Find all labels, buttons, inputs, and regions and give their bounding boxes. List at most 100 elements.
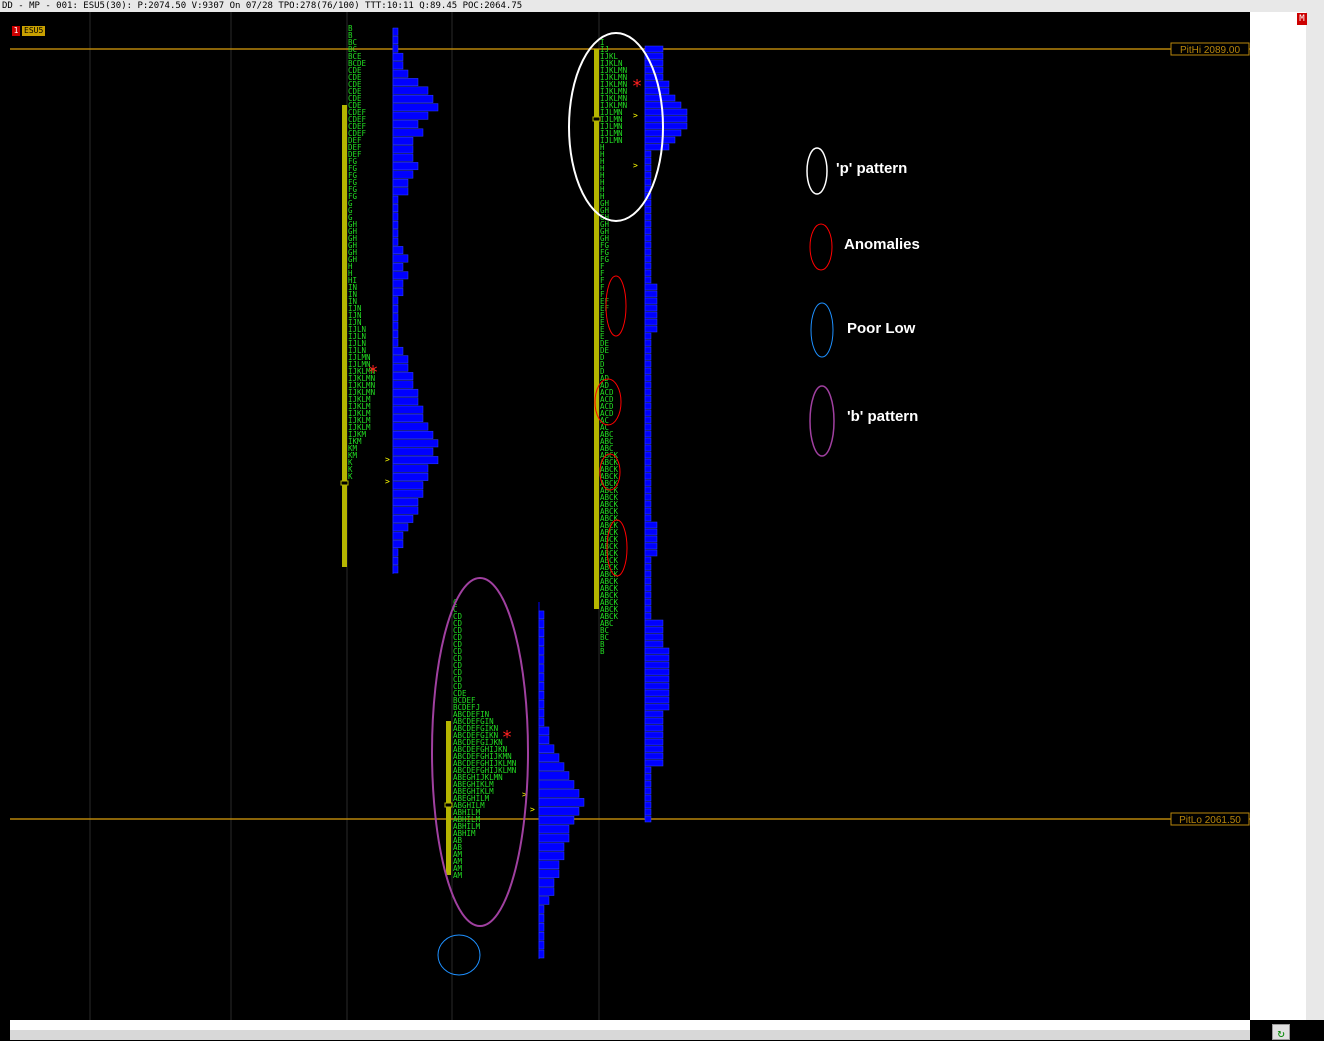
volume-bar	[538, 637, 545, 646]
legend-anomalies: Anomalies	[844, 236, 920, 253]
volume-bar	[644, 598, 652, 606]
refresh-icon[interactable]: ↻	[1272, 1024, 1290, 1040]
volume-bar	[644, 654, 670, 662]
horizontal-scrollbar[interactable]	[10, 1030, 1250, 1040]
volume-bar	[644, 577, 652, 585]
volume-bar	[392, 178, 409, 187]
volume-bar	[392, 523, 409, 532]
volume-bar	[644, 528, 658, 536]
volume-bar	[644, 402, 652, 410]
volume-bar	[392, 162, 419, 171]
volume-bar	[644, 339, 652, 347]
volume-bar	[392, 456, 439, 465]
volume-bar	[644, 395, 652, 403]
volume-bar	[644, 136, 676, 144]
volume-bar	[644, 122, 688, 130]
volume-bar	[644, 213, 652, 221]
volume-bar	[644, 416, 652, 424]
volume-bar	[644, 283, 658, 291]
volume-bar	[538, 798, 585, 807]
legend-p-pattern-icon	[806, 147, 828, 195]
volume-bar	[538, 771, 570, 780]
volume-bar	[644, 227, 652, 235]
volume-bar	[644, 780, 652, 788]
single-print-star: *	[632, 76, 643, 97]
legend-poor-low-icon	[810, 302, 834, 358]
tpo-marker: >	[633, 161, 638, 170]
volume-bar	[392, 246, 404, 255]
volume-bar	[392, 36, 399, 45]
volume-bar	[644, 738, 664, 746]
volume-bar	[644, 206, 652, 214]
volume-bar	[644, 241, 652, 249]
volume-bar	[644, 332, 652, 340]
volume-bar	[392, 447, 434, 456]
price-axis[interactable]	[1250, 12, 1306, 1020]
volume-bar	[392, 288, 404, 297]
volume-bar	[644, 353, 652, 361]
volume-bar	[644, 675, 670, 683]
volume-bar	[392, 363, 409, 372]
volume-bar	[644, 794, 652, 802]
volume-bar	[392, 346, 404, 355]
volume-bar	[392, 540, 404, 549]
close-icon[interactable]: ✕	[1300, 1024, 1320, 1040]
volume-bar	[538, 887, 555, 896]
volume-bar	[392, 498, 419, 507]
volume-bar	[538, 646, 545, 655]
volume-bar	[392, 94, 434, 103]
volume-bar	[392, 237, 399, 246]
market-profile-chart[interactable]: 2090.002089.502089.002088.502088.002087.…	[0, 0, 1324, 1040]
volume-bar	[538, 735, 550, 745]
volume-bar	[392, 52, 404, 61]
volume-bar	[644, 605, 652, 613]
volume-bar	[392, 422, 429, 431]
value-area-bar	[342, 105, 347, 567]
volume-bar	[392, 481, 424, 490]
volume-bar	[392, 430, 434, 439]
volume-bar	[392, 514, 414, 523]
volume-bar	[538, 878, 555, 887]
volume-bar	[644, 87, 670, 95]
volume-bar	[392, 439, 439, 448]
poor-low-ellipse	[437, 934, 481, 976]
volume-bar	[644, 549, 658, 557]
volume-bar	[644, 409, 652, 417]
volume-bar	[644, 465, 652, 473]
volume-bar	[644, 486, 652, 494]
reference-line-label: PitHi 2089.00	[1180, 45, 1240, 56]
tpo-marker: >	[530, 805, 535, 814]
volume-bar	[644, 710, 664, 718]
volume-bar	[644, 815, 652, 823]
volume-bar	[538, 744, 555, 753]
volume-bar	[538, 807, 580, 816]
volume-bar	[392, 61, 404, 70]
volume-bar	[538, 628, 545, 637]
volume-bar	[644, 472, 652, 480]
volume-bar	[644, 731, 664, 739]
volume-bar	[392, 338, 399, 347]
volume-bar	[644, 423, 652, 431]
volume-bar	[392, 220, 399, 229]
volume-bar	[392, 321, 399, 330]
volume-bar	[392, 44, 399, 53]
volume-bar	[538, 762, 565, 771]
volume-bar	[538, 824, 570, 834]
volume-bar	[644, 143, 670, 151]
volume-bar	[392, 279, 404, 288]
volume-bar	[644, 164, 652, 172]
volume-bar	[538, 860, 560, 870]
maximize-icon[interactable]: M	[1297, 13, 1307, 25]
volume-bar	[538, 914, 545, 923]
volume-bar	[392, 254, 409, 263]
volume-bar	[644, 458, 652, 466]
volume-bar	[392, 204, 399, 213]
volume-bar	[538, 726, 550, 736]
vertical-scrollbar[interactable]	[1306, 12, 1324, 1020]
volume-bar	[644, 717, 664, 725]
tpo-letters: AM	[453, 871, 463, 880]
volume-bar	[644, 493, 652, 501]
volume-bar	[538, 664, 545, 673]
volume-bar	[392, 296, 399, 305]
tpo-letters: B	[600, 647, 605, 656]
